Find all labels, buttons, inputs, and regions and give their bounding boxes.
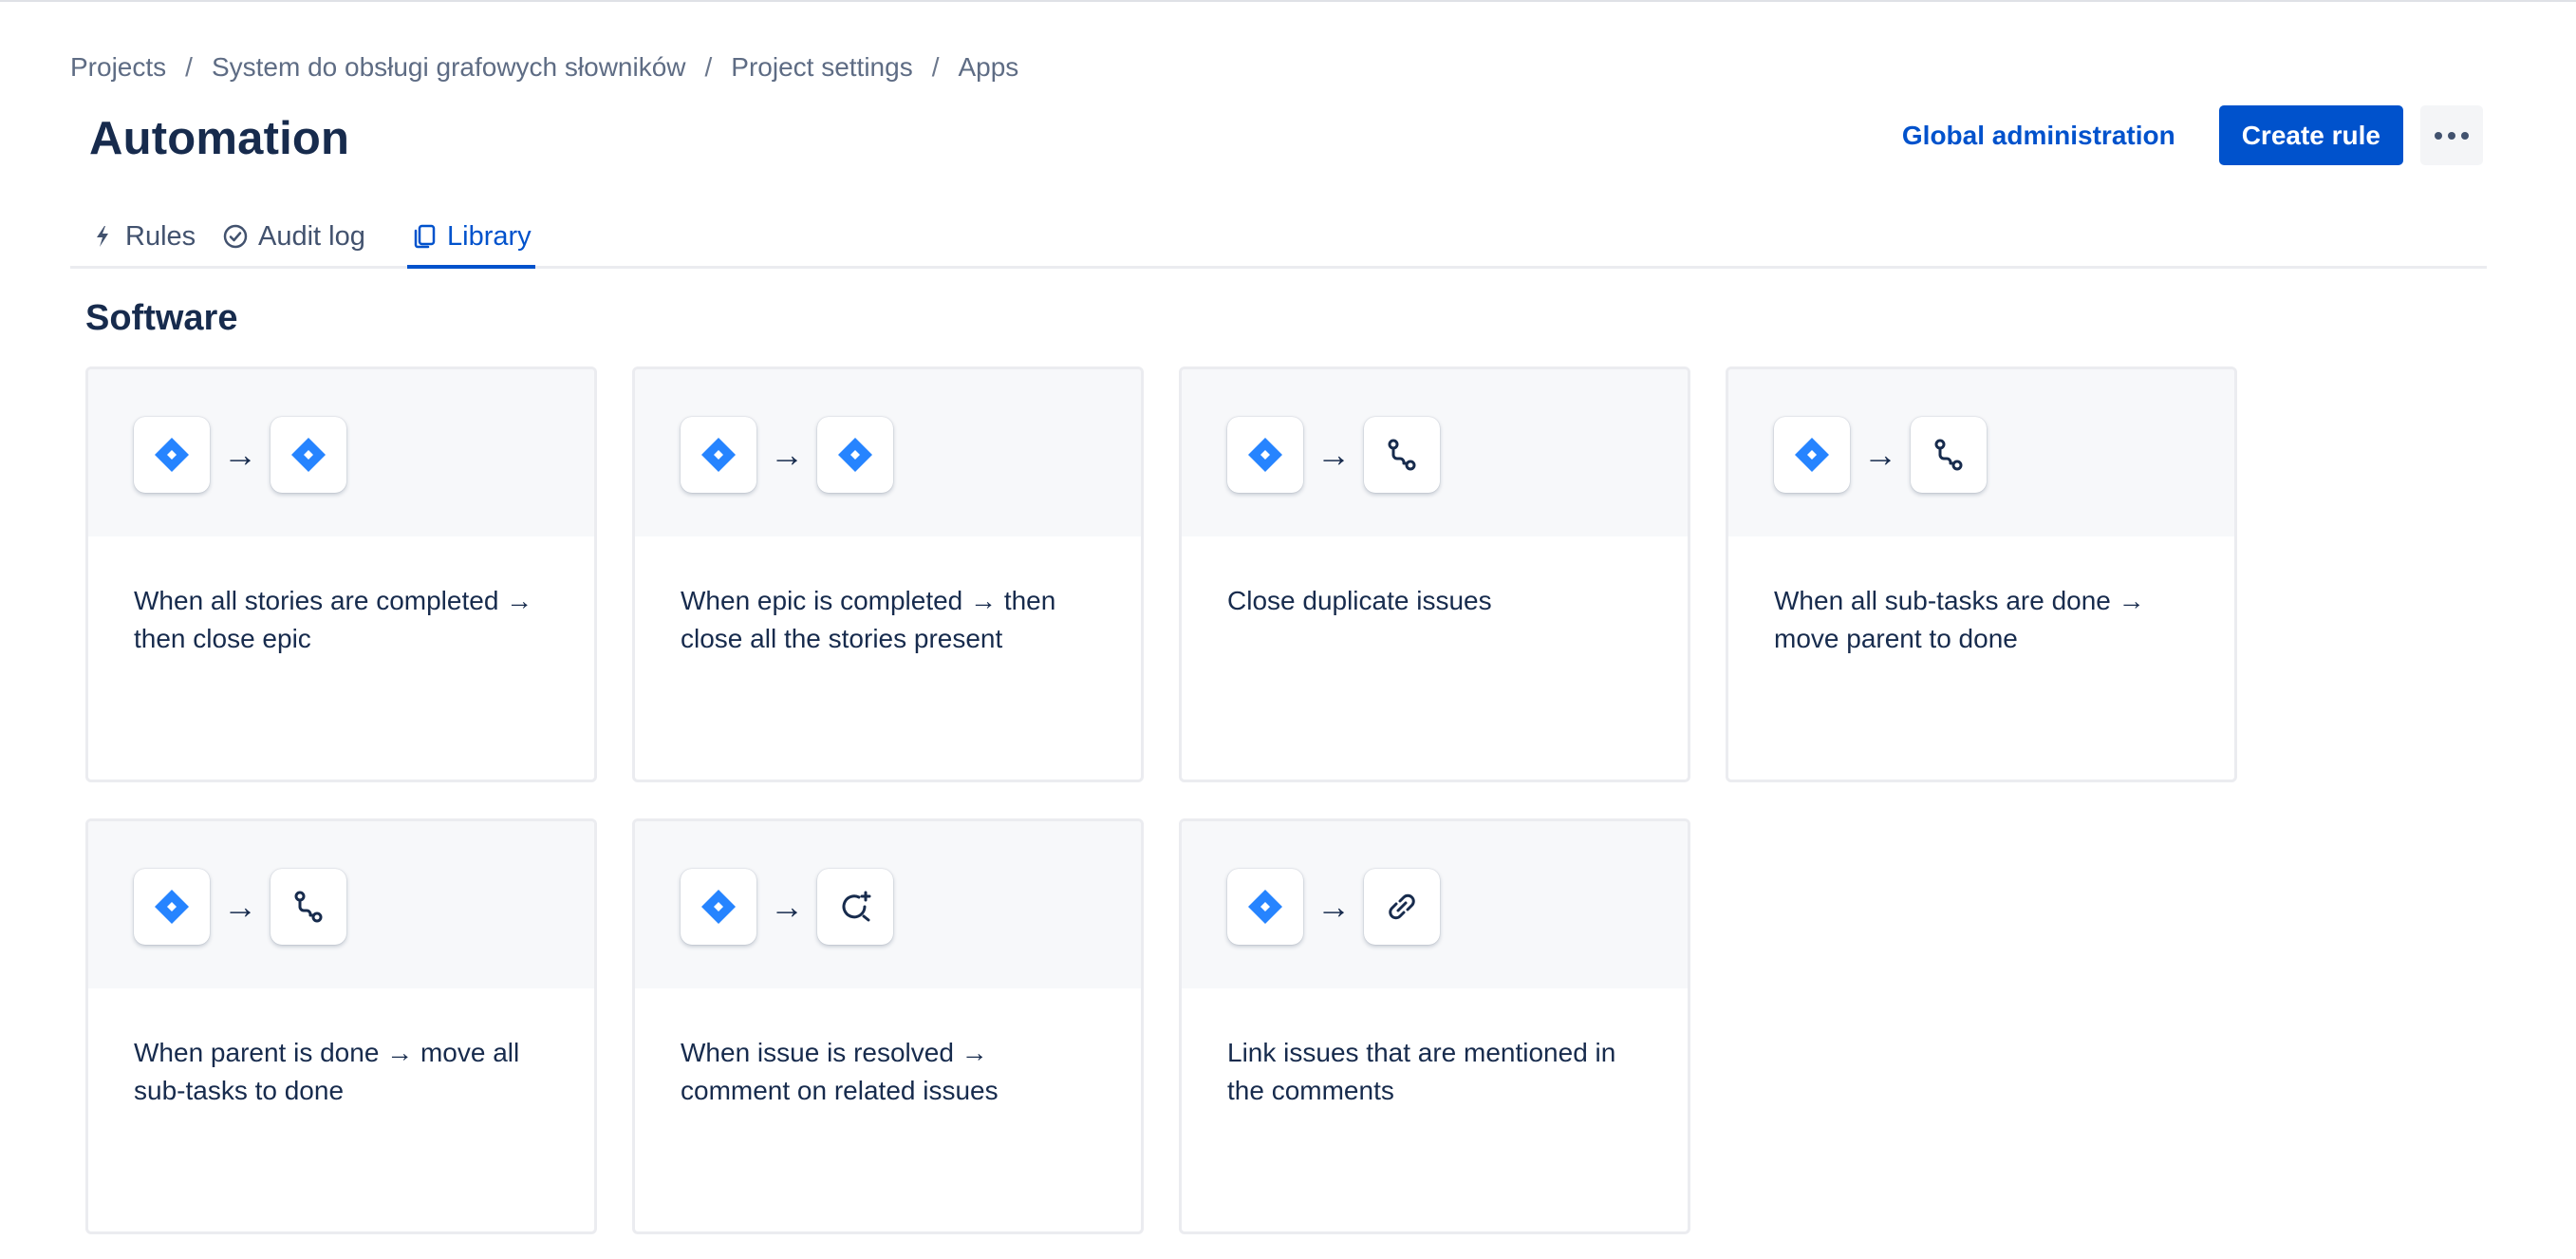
transition-icon bbox=[271, 869, 346, 945]
rule-template-card[interactable]: → When epic is completed → then close al… bbox=[632, 366, 1144, 782]
card-icon-row: → bbox=[1227, 417, 1440, 493]
breadcrumb-separator: / bbox=[704, 52, 713, 82]
card-illustration: → bbox=[1728, 369, 2234, 536]
jira-diamond-icon bbox=[271, 417, 346, 493]
tab-rules-label: Rules bbox=[125, 220, 196, 252]
tab-rules[interactable]: Rules bbox=[89, 207, 196, 266]
card-icon-row: → bbox=[681, 417, 893, 493]
card-illustration: → bbox=[635, 821, 1141, 988]
arrow-glyph: → bbox=[770, 435, 804, 474]
comment-add-icon bbox=[817, 869, 893, 945]
arrow-glyph: → bbox=[1863, 435, 1897, 474]
header-actions: Global administration Create rule bbox=[1883, 105, 2483, 165]
card-icon-row: → bbox=[134, 417, 346, 493]
card-illustration: → bbox=[88, 821, 594, 988]
arrow-glyph: → bbox=[770, 887, 804, 926]
card-illustration: → bbox=[1182, 369, 1688, 536]
jira-diamond-icon bbox=[817, 417, 893, 493]
rule-template-card[interactable]: → When parent is done → move all sub-tas… bbox=[85, 818, 597, 1234]
card-description: When epic is completed → then close all … bbox=[681, 586, 1056, 653]
arrow-glyph: → bbox=[1316, 435, 1351, 474]
card-icon-row: → bbox=[1227, 869, 1440, 945]
card-description: When issue is resolved → comment on rela… bbox=[681, 1038, 999, 1105]
jira-diamond-icon bbox=[1227, 869, 1303, 945]
tab-audit-log[interactable]: Audit log bbox=[222, 207, 365, 266]
jira-diamond-icon bbox=[1774, 417, 1850, 493]
check-circle-icon bbox=[222, 223, 249, 250]
jira-diamond-icon bbox=[134, 869, 210, 945]
card-icon-row: → bbox=[134, 869, 346, 945]
lightning-icon bbox=[89, 223, 116, 250]
card-illustration: → bbox=[88, 369, 594, 536]
link-icon bbox=[1364, 869, 1440, 945]
copy-icon bbox=[411, 223, 438, 250]
global-administration-button[interactable]: Global administration bbox=[1883, 105, 2194, 165]
rule-template-card[interactable]: → When issue is resolved → comment on re… bbox=[632, 818, 1144, 1234]
rule-template-card[interactable]: → Close duplicate issues bbox=[1179, 366, 1690, 782]
card-illustration: → bbox=[1182, 821, 1688, 988]
jira-diamond-icon bbox=[1227, 417, 1303, 493]
create-rule-button[interactable]: Create rule bbox=[2218, 105, 2403, 165]
card-icon-row: → bbox=[1774, 417, 1987, 493]
tab-audit-log-label: Audit log bbox=[258, 220, 365, 252]
card-description: When all stories are completed → then cl… bbox=[134, 586, 533, 653]
section-title: Software bbox=[85, 298, 238, 338]
card-description: When all sub-tasks are done → move paren… bbox=[1774, 586, 2145, 653]
arrow-glyph: → bbox=[223, 887, 257, 926]
arrow-glyph: → bbox=[1316, 887, 1351, 926]
jira-diamond-icon bbox=[681, 869, 756, 945]
card-description: Link issues that are mentioned in the co… bbox=[1227, 1038, 1616, 1105]
card-illustration: → bbox=[635, 369, 1141, 536]
breadcrumb-separator: / bbox=[185, 52, 193, 82]
page-title: Automation bbox=[89, 113, 350, 164]
card-description: When parent is done → move all sub-tasks… bbox=[134, 1038, 520, 1105]
jira-diamond-icon bbox=[134, 417, 210, 493]
rule-template-card[interactable]: → When all stories are completed → then … bbox=[85, 366, 597, 782]
transition-icon bbox=[1364, 417, 1440, 493]
breadcrumb-project-settings[interactable]: Project settings bbox=[731, 52, 912, 83]
card-icon-row: → bbox=[681, 869, 893, 945]
tab-list: Rules Audit log Library bbox=[70, 207, 2487, 269]
breadcrumb-separator: / bbox=[931, 52, 940, 82]
more-actions-button[interactable] bbox=[2420, 105, 2483, 165]
tab-library[interactable]: Library bbox=[407, 207, 535, 269]
more-horizontal-icon bbox=[2432, 131, 2472, 140]
breadcrumb-apps[interactable]: Apps bbox=[958, 52, 1018, 83]
tab-library-label: Library bbox=[447, 220, 532, 252]
card-description: Close duplicate issues bbox=[1227, 586, 1492, 615]
arrow-glyph: → bbox=[223, 435, 257, 474]
rule-template-card[interactable]: → When all sub-tasks are done → move par… bbox=[1726, 366, 2237, 782]
rule-template-card[interactable]: → Link issues that are mentioned in the … bbox=[1179, 818, 1690, 1234]
top-border bbox=[0, 0, 2576, 2]
breadcrumb-project[interactable]: System do obsługi grafowych słowników bbox=[212, 52, 686, 83]
jira-diamond-icon bbox=[681, 417, 756, 493]
breadcrumb: Projects / System do obsługi grafowych s… bbox=[70, 52, 1018, 83]
transition-icon bbox=[1911, 417, 1987, 493]
breadcrumb-projects[interactable]: Projects bbox=[70, 52, 166, 83]
